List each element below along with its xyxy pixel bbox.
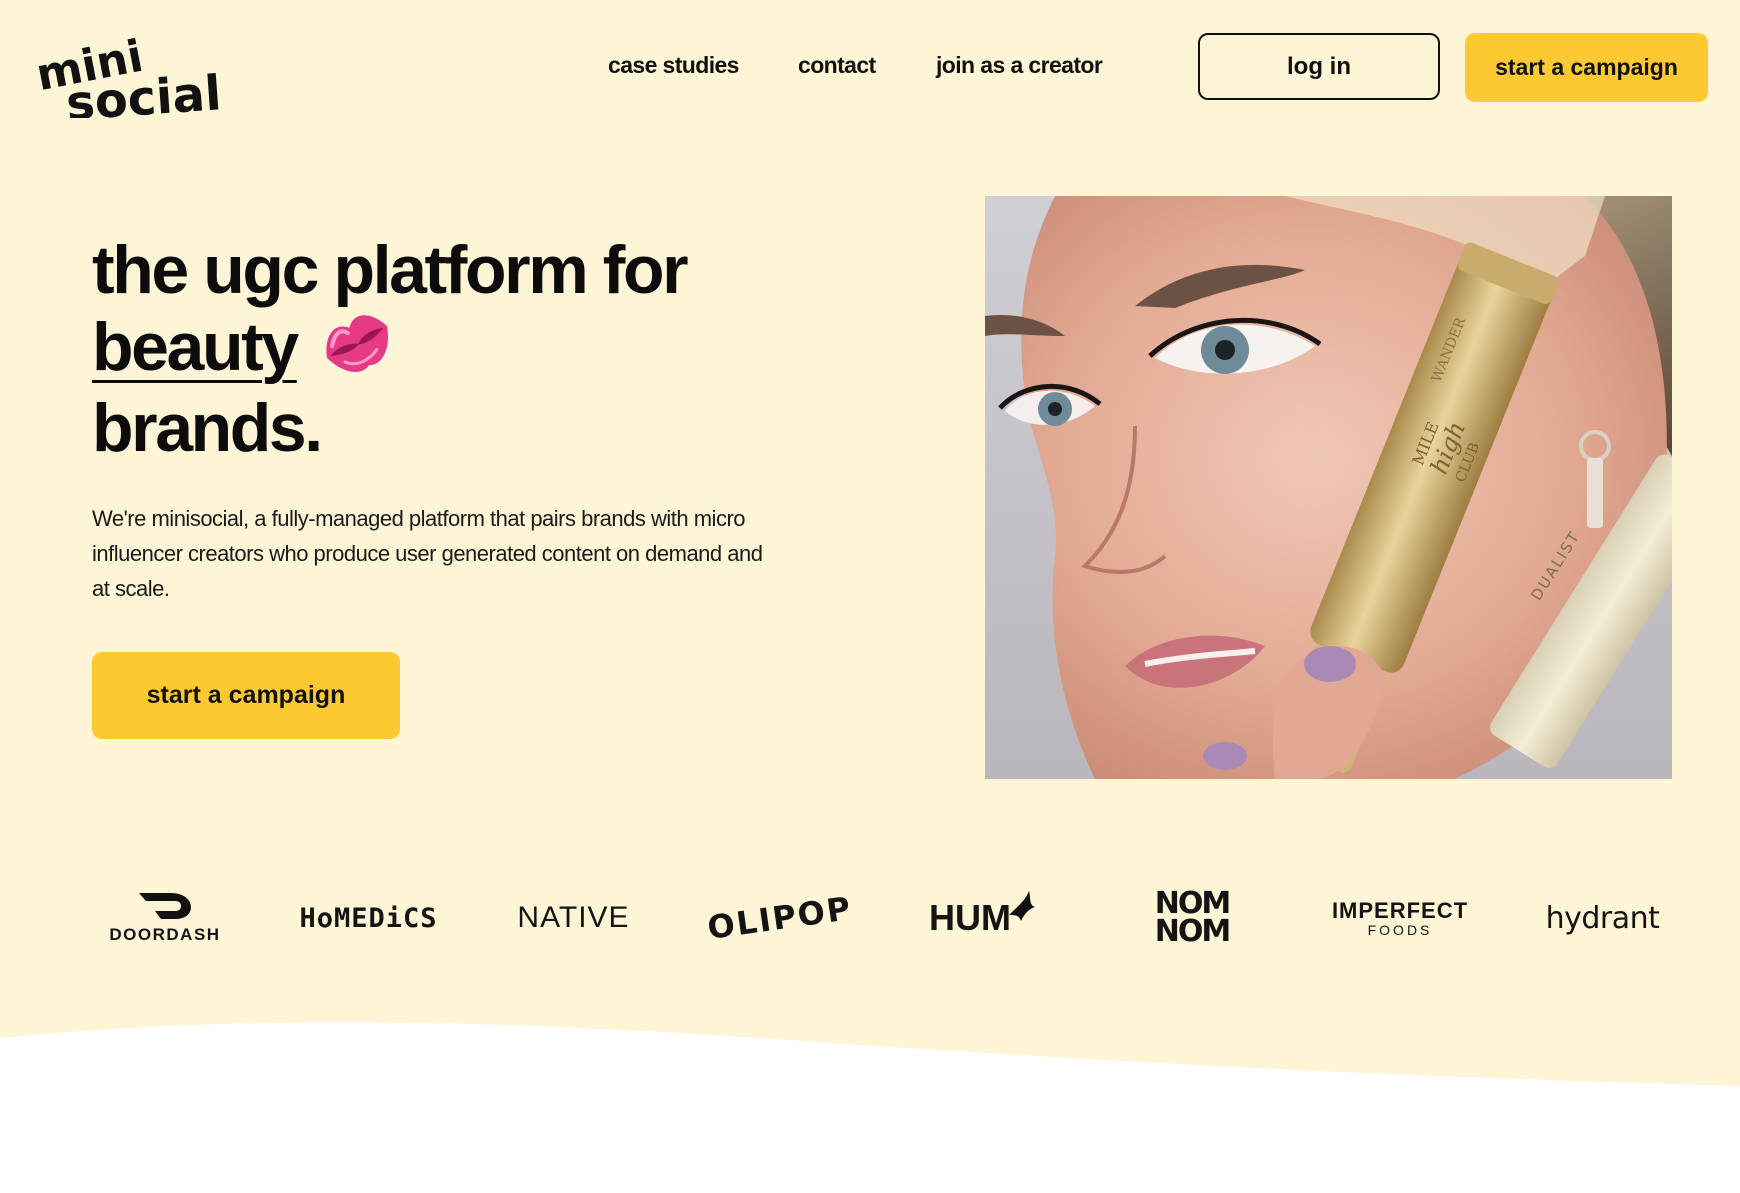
start-campaign-header-button[interactable]: start a campaign — [1465, 33, 1708, 102]
brand-homedics: HoMEDiCS — [299, 902, 438, 934]
login-button[interactable]: log in — [1198, 33, 1440, 100]
hero-description: We're minisocial, a fully-managed platfo… — [92, 506, 763, 601]
nav-contact[interactable]: contact — [798, 52, 876, 79]
hummingbird-icon — [1008, 891, 1035, 921]
nav-join-as-creator[interactable]: join as a creator — [936, 52, 1103, 79]
hero-image: WANDER MILE high CLUB DUALIST — [985, 196, 1672, 779]
kiss-mark-icon — [319, 304, 395, 380]
brand-name: DOORDASH — [109, 925, 221, 944]
brand-logos-row: DOORDASH HoMEDiCS NATIVE OLIPOP HUM NOM … — [0, 868, 1740, 968]
brand-olipop: OLIPOP — [705, 868, 854, 968]
brand-name: HUM — [929, 897, 1011, 938]
start-campaign-hero-button[interactable]: start a campaign — [92, 652, 400, 739]
wave-divider — [0, 1022, 1740, 1193]
hero-headline: the ugc platform for beauty brands. — [92, 232, 792, 467]
headline-line-2: beauty — [92, 309, 792, 390]
doordash-icon — [139, 893, 191, 919]
brand-hydrant: hydrant — [1545, 900, 1660, 936]
brand-name: OLIPOP — [705, 889, 855, 947]
brand-doordash: DOORDASH — [100, 868, 230, 968]
nav-case-studies[interactable]: case studies — [608, 52, 739, 79]
brand-sub: FOODS — [1367, 922, 1433, 938]
headline-line-3: brands. — [92, 390, 323, 467]
brand-nomnom: NOM NOM — [1150, 868, 1234, 968]
brand-hum: HUM — [925, 868, 1045, 968]
headline-line-1: the ugc platform for — [92, 232, 689, 308]
brand-name: IMPERFECT — [1331, 898, 1469, 923]
brand-name: NOM NOM — [1154, 886, 1231, 949]
headline-highlight: beauty — [92, 309, 299, 385]
brand-imperfect-foods: IMPERFECT FOODS — [1331, 868, 1469, 968]
brand-native: NATIVE — [517, 901, 630, 934]
